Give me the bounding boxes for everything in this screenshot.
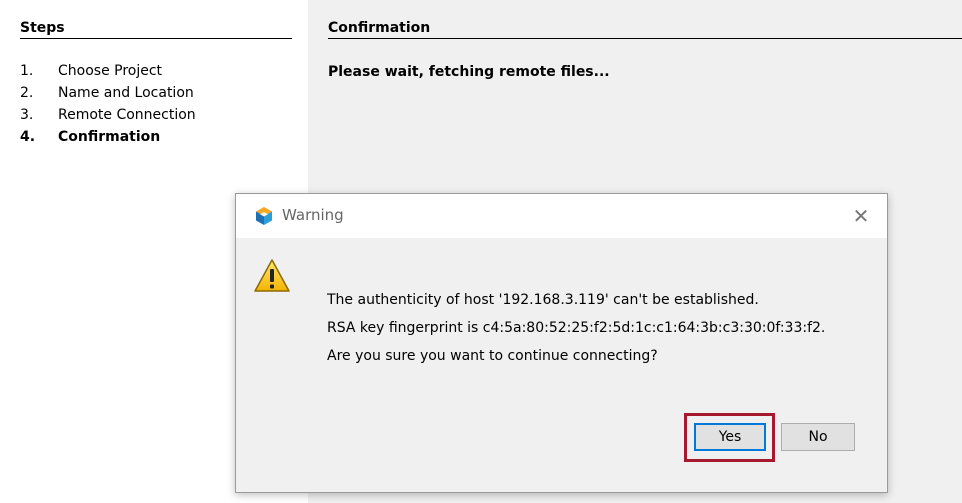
step-item: 1. Choose Project: [20, 60, 196, 82]
message-line: RSA key fingerprint is c4:5a:80:52:25:f2…: [327, 320, 826, 336]
message-line: The authenticity of host '192.168.3.119'…: [327, 292, 759, 308]
step-label: Remote Connection: [58, 107, 196, 123]
warning-dialog: Warning ✕ The authenticity of host '192.…: [235, 193, 888, 493]
no-button[interactable]: No: [781, 423, 855, 451]
yes-button[interactable]: Yes: [694, 423, 766, 451]
step-item-current: 4. Confirmation: [20, 126, 196, 148]
close-icon[interactable]: ✕: [848, 203, 874, 229]
step-label: Name and Location: [58, 85, 194, 101]
step-item: 2. Name and Location: [20, 82, 196, 104]
step-label: Confirmation: [58, 129, 161, 145]
content-header: Confirmation: [328, 20, 962, 39]
dialog-titlebar[interactable]: Warning ✕: [236, 194, 887, 238]
dialog-title: Warning: [282, 206, 344, 224]
steps-list: 1. Choose Project 2. Name and Location 3…: [20, 60, 196, 148]
dialog-message: The authenticity of host '192.168.3.119'…: [327, 286, 825, 370]
step-number: 4.: [20, 129, 36, 145]
step-item: 3. Remote Connection: [20, 104, 196, 126]
step-number: 2.: [20, 85, 34, 101]
message-line: Are you sure you want to continue connec…: [327, 348, 658, 364]
status-message: Please wait, fetching remote files...: [328, 64, 610, 80]
netbeans-cube-icon: [256, 207, 272, 225]
step-label: Choose Project: [58, 63, 163, 79]
step-number: 3.: [20, 107, 34, 123]
warning-triangle-icon: [254, 259, 290, 292]
step-number: 1.: [20, 63, 34, 79]
steps-header: Steps: [20, 20, 292, 39]
